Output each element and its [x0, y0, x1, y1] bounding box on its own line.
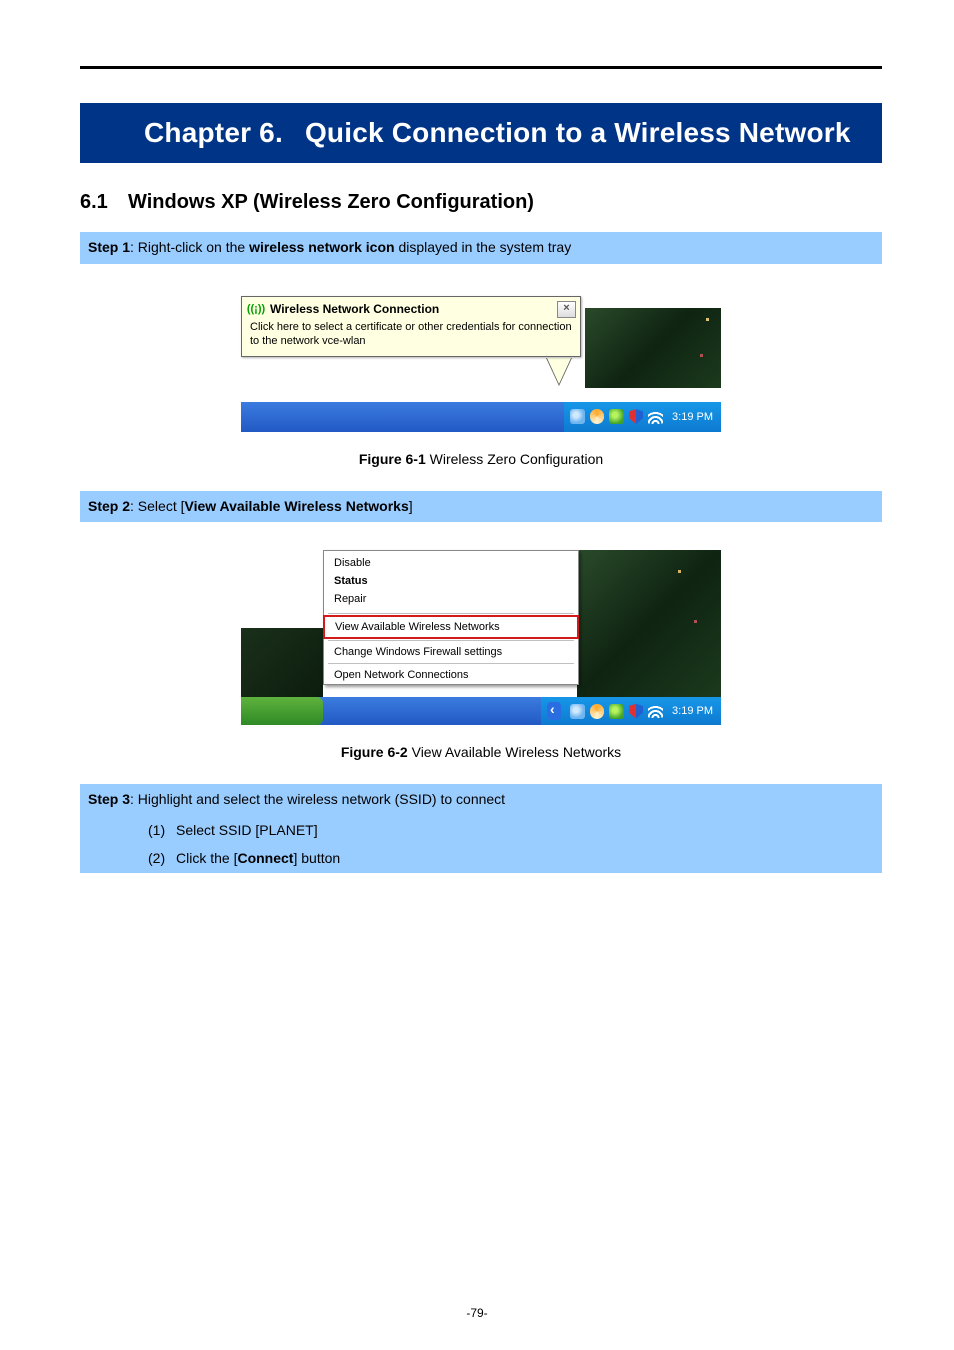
menu-separator: [328, 663, 574, 664]
desktop-background-left: [241, 628, 323, 698]
figure-6-2-caption-rest: View Available Wireless Networks: [408, 744, 621, 760]
step-1-bar: Step 1: Right-click on the wireless netw…: [80, 232, 882, 264]
volume-tray-icon[interactable]: [590, 409, 604, 424]
step-2-label: Step 2: [88, 498, 130, 514]
figure-6-2-caption-bold: Figure 6-2: [341, 744, 408, 760]
section-number: 6.1: [80, 191, 128, 214]
item-1-text: Select SSID [PLANET]: [176, 822, 318, 838]
document-page: Chapter 6. Quick Connection to a Wireless…: [0, 0, 954, 1350]
balloon-title: Wireless Network Connection: [270, 302, 439, 316]
wireless-icon: ((¡)): [248, 302, 264, 316]
security-tray-icon[interactable]: [629, 704, 643, 719]
tray-expand-icon[interactable]: [547, 702, 561, 720]
menu-item-firewall[interactable]: Change Windows Firewall settings: [324, 643, 578, 661]
figure-6-2-caption: Figure 6-2 View Available Wireless Netwo…: [80, 744, 882, 760]
desktop-background: [585, 308, 721, 388]
figure-6-1-caption-rest: Wireless Zero Configuration: [426, 451, 603, 467]
balloon-header: ((¡)) Wireless Network Connection ×: [242, 297, 580, 318]
step-1-bold: wireless network icon: [249, 239, 395, 255]
chapter-prefix: Chapter 6.: [144, 117, 283, 148]
screenshot-6-1: ((¡)) Wireless Network Connection × Clic…: [241, 292, 721, 432]
chapter-title: Quick Connection to a Wireless Network: [305, 117, 851, 148]
step-1-before: : Right-click on the: [130, 239, 249, 255]
step-1-after: displayed in the system tray: [395, 239, 572, 255]
network-tray-icon[interactable]: [570, 409, 585, 424]
step-3-item-1: (1)Select SSID [PLANET]: [80, 816, 882, 844]
start-button[interactable]: [241, 697, 323, 725]
security-tray-icon[interactable]: [629, 409, 643, 424]
item-2-number: (2): [148, 847, 176, 869]
figure-6-2: Disable Status Repair View Available Wir…: [80, 550, 882, 730]
menu-separator: [328, 640, 574, 641]
taskbar: 3:19 PM: [241, 402, 721, 432]
figure-6-1-caption: Figure 6-1 Wireless Zero Configuration: [80, 451, 882, 467]
step-2-after: ]: [409, 498, 413, 514]
step-3-rest: : Highlight and select the wireless netw…: [130, 791, 505, 807]
close-icon[interactable]: ×: [557, 301, 576, 318]
taskbar: 3:19 PM: [241, 697, 721, 725]
volume-tray-icon[interactable]: [590, 704, 604, 719]
menu-separator: [328, 613, 574, 614]
step-2-bar: Step 2: Select [View Available Wireless …: [80, 491, 882, 523]
step-3-label: Step 3: [88, 791, 130, 807]
tray-clock: 3:19 PM: [672, 705, 713, 717]
figure-6-1: ((¡)) Wireless Network Connection × Clic…: [80, 292, 882, 437]
network-tray-icon[interactable]: [570, 704, 585, 719]
item-2-after: ] button: [293, 850, 340, 866]
page-number: -79-: [0, 1306, 954, 1320]
item-2-before: Click the [: [176, 850, 237, 866]
item-2-bold: Connect: [237, 850, 293, 866]
menu-item-open-connections[interactable]: Open Network Connections: [324, 666, 578, 684]
section-title: Windows XP (Wireless Zero Configuration): [128, 191, 534, 213]
step-3-item-2: (2)Click the [Connect] button: [80, 844, 882, 872]
step-3-bar: Step 3: Highlight and select the wireles…: [80, 784, 882, 816]
desktop-background-right: [577, 550, 721, 698]
step-2-before: : Select [: [130, 498, 184, 514]
menu-item-view-networks[interactable]: View Available Wireless Networks: [323, 615, 579, 639]
screenshot-6-2: Disable Status Repair View Available Wir…: [241, 550, 721, 725]
tray-clock: 3:19 PM: [672, 411, 713, 423]
step-2-bold: View Available Wireless Networks: [184, 498, 408, 514]
system-tray: 3:19 PM: [541, 697, 721, 725]
app-tray-icon[interactable]: [609, 409, 624, 424]
chapter-banner: Chapter 6. Quick Connection to a Wireless…: [80, 103, 882, 163]
step-1-label: Step 1: [88, 239, 130, 255]
wireless-tray-icon[interactable]: [648, 410, 663, 424]
top-rule: [80, 66, 882, 69]
notification-balloon: ((¡)) Wireless Network Connection × Clic…: [241, 296, 581, 358]
context-menu: Disable Status Repair View Available Wir…: [323, 550, 579, 685]
figure-6-1-caption-bold: Figure 6-1: [359, 451, 426, 467]
menu-item-disable[interactable]: Disable: [324, 554, 578, 572]
section-heading: 6.1Windows XP (Wireless Zero Configurati…: [80, 191, 882, 214]
item-1-number: (1): [148, 819, 176, 841]
menu-item-status[interactable]: Status: [324, 572, 578, 590]
system-tray: 3:19 PM: [564, 402, 721, 432]
app-tray-icon[interactable]: [609, 704, 624, 719]
wireless-tray-icon[interactable]: [648, 704, 663, 718]
menu-item-repair[interactable]: Repair: [324, 590, 578, 608]
balloon-body: Click here to select a certificate or ot…: [242, 318, 580, 357]
